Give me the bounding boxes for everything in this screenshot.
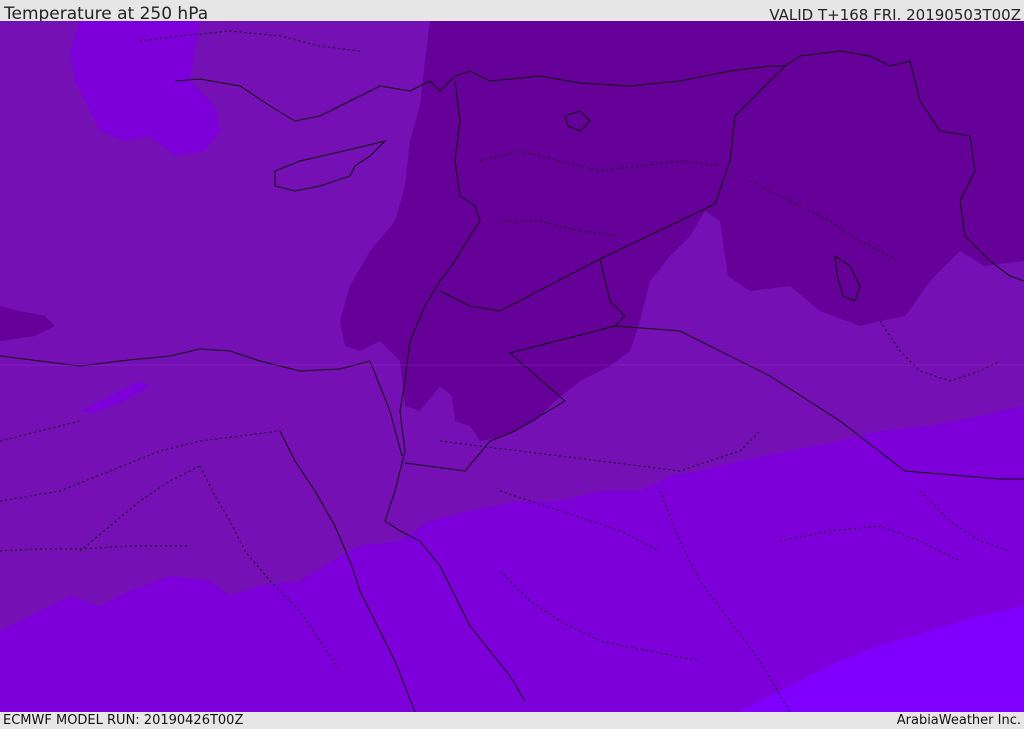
temperature-map[interactable] — [0, 21, 1024, 712]
model-run-label: ECMWF MODEL RUN: 20190426T00Z — [3, 713, 244, 728]
footer-bar: ECMWF MODEL RUN: 20190426T00Z ArabiaWeat… — [0, 712, 1024, 729]
map-canvas — [0, 21, 1024, 712]
credit-label: ArabiaWeather Inc. — [896, 713, 1021, 728]
header-bar: Temperature at 250 hPa VALID T+168 FRI. … — [0, 0, 1024, 24]
